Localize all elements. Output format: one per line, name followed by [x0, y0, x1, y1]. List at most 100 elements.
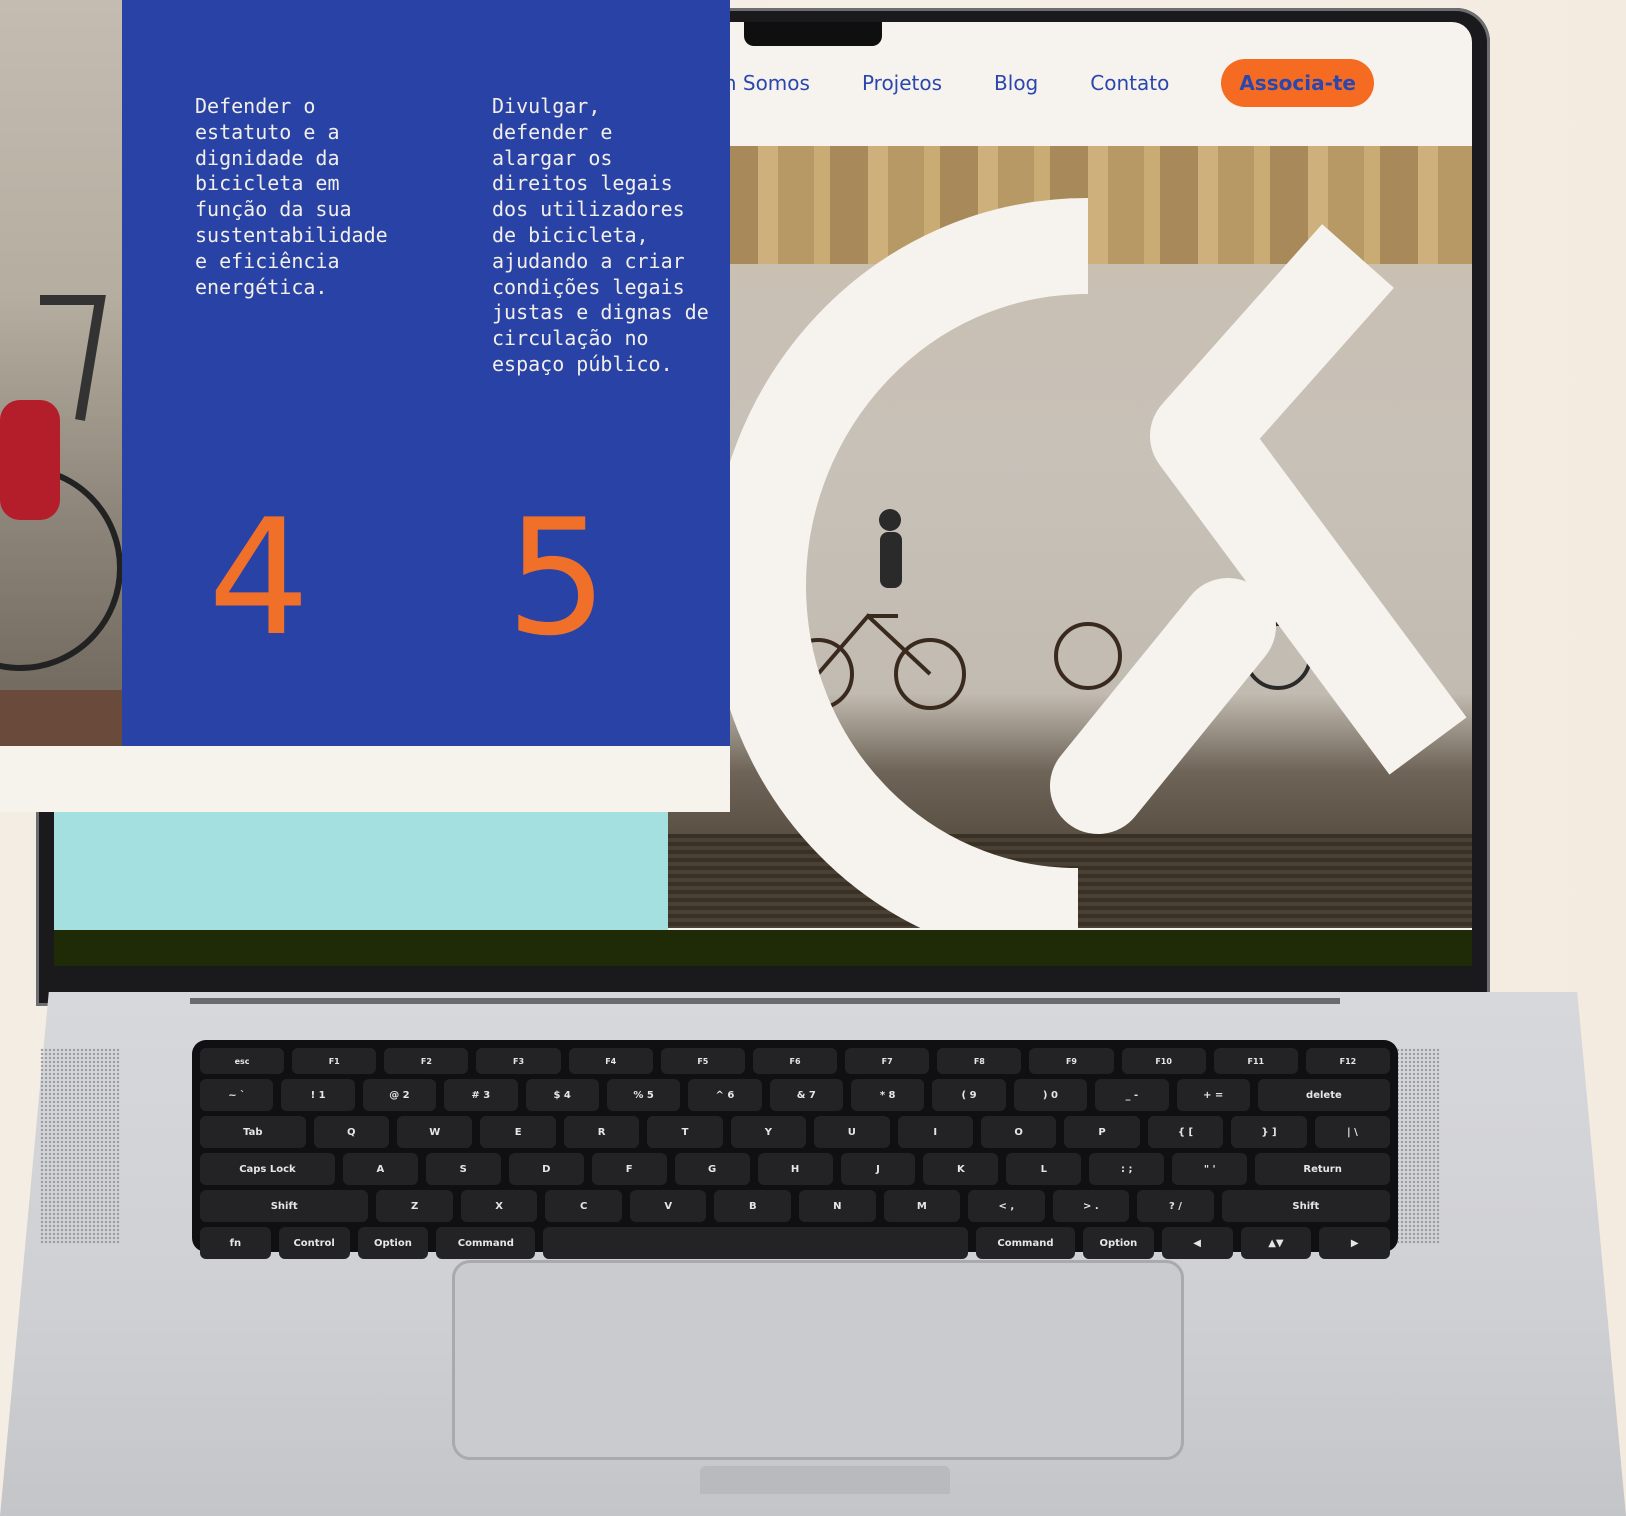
key[interactable]: F9 — [1029, 1048, 1114, 1074]
key[interactable]: J — [840, 1153, 916, 1185]
objective-text-1: Defender o estatuto e a dignidade da bic… — [195, 94, 388, 299]
key[interactable]: Option — [357, 1227, 429, 1259]
nav-contato[interactable]: Contato — [1090, 71, 1169, 95]
key[interactable]: Q — [313, 1116, 389, 1148]
nav-projetos[interactable]: Projetos — [862, 71, 942, 95]
key[interactable]: F5 — [660, 1048, 745, 1074]
key[interactable]: I — [897, 1116, 973, 1148]
key[interactable]: U — [814, 1116, 890, 1148]
key[interactable]: P — [1064, 1116, 1140, 1148]
bike-photo — [0, 295, 122, 746]
key[interactable]: T — [647, 1116, 723, 1148]
key[interactable]: Caps Lock — [200, 1153, 335, 1185]
key[interactable]: F10 — [1121, 1048, 1206, 1074]
key[interactable]: F7 — [845, 1048, 930, 1074]
key[interactable]: X — [460, 1190, 538, 1222]
key[interactable]: ^ 6 — [688, 1079, 762, 1111]
footer-bar — [54, 930, 1472, 966]
keyboard-a-row: Caps Lock A S D F G H J K L: ; " ' Return — [200, 1153, 1391, 1185]
hero-logo-graphic — [709, 198, 1467, 928]
key[interactable]: F2 — [384, 1048, 469, 1074]
trackpad[interactable] — [452, 1260, 1184, 1460]
key[interactable]: S — [425, 1153, 501, 1185]
key[interactable]: _ - — [1095, 1079, 1169, 1111]
key[interactable]: F1 — [292, 1048, 377, 1074]
key[interactable]: Option — [1082, 1227, 1154, 1259]
associa-te-button[interactable]: Associa-te — [1221, 59, 1374, 107]
key[interactable]: F3 — [476, 1048, 561, 1074]
key[interactable]: * 8 — [851, 1079, 925, 1111]
key[interactable]: + = — [1176, 1079, 1250, 1111]
key[interactable] — [543, 1227, 968, 1259]
key[interactable]: ? / — [1137, 1190, 1214, 1222]
nav-blog[interactable]: Blog — [994, 71, 1038, 95]
key[interactable]: A — [342, 1153, 418, 1185]
objective-text-2: Divulgar, defender e alargar os direitos… — [492, 94, 709, 376]
key[interactable]: ◀ — [1161, 1227, 1233, 1259]
key[interactable]: Shift — [1221, 1190, 1391, 1222]
key[interactable]: V — [629, 1190, 707, 1222]
key[interactable]: H — [757, 1153, 833, 1185]
hero-image — [668, 146, 1472, 928]
key[interactable]: @ 2 — [362, 1079, 437, 1111]
key[interactable]: Control — [278, 1227, 350, 1259]
objective-number-4: 4 — [208, 484, 310, 671]
key[interactable]: > . — [1052, 1190, 1130, 1222]
key[interactable]: Y — [730, 1116, 807, 1148]
site-nav: Quem Somos Projetos Blog Contato Associa… — [676, 22, 1472, 144]
key[interactable]: F4 — [568, 1048, 653, 1074]
key[interactable]: fn — [200, 1227, 271, 1259]
key[interactable]: L — [1006, 1153, 1082, 1185]
keyboard-fn-row: esc F1 F2 F3 F4 F5 F6 F7 F8 F9 F10 F11 F12 — [200, 1048, 1391, 1074]
key[interactable]: F6 — [752, 1048, 838, 1074]
keyboard-number-row: ~ `! 1 @ 2 # 3 $ 4% 5 ^ 6 & 7 * 8( 9) 0 _ - + = d… — [200, 1079, 1390, 1111]
key[interactable]: Return — [1255, 1153, 1391, 1185]
key[interactable]: R — [563, 1116, 640, 1148]
key[interactable]: | \ — [1314, 1116, 1391, 1148]
key[interactable]: { [ — [1147, 1116, 1224, 1148]
key[interactable]: ) 0 — [1013, 1079, 1088, 1111]
objective-number-5: 5 — [506, 484, 608, 671]
key[interactable]: Z — [376, 1190, 453, 1222]
key[interactable]: ~ ` — [200, 1079, 274, 1111]
key[interactable]: M — [883, 1190, 961, 1222]
key[interactable]: ! 1 — [281, 1079, 355, 1111]
key[interactable]: ▲▼ — [1240, 1227, 1312, 1259]
key[interactable]: } ] — [1231, 1116, 1307, 1148]
key[interactable]: E — [480, 1116, 556, 1148]
key[interactable]: F11 — [1213, 1048, 1298, 1074]
key[interactable]: delete — [1257, 1079, 1390, 1111]
lid-latch — [700, 1466, 950, 1494]
key[interactable]: ( 9 — [932, 1079, 1006, 1111]
key[interactable]: N — [799, 1190, 876, 1222]
key[interactable]: % 5 — [606, 1079, 681, 1111]
key[interactable]: B — [714, 1190, 792, 1222]
keyboard: esc F1 F2 F3 F4 F5 F6 F7 F8 F9 F10 F11 F12 ~ `! 1 @ 2… — [192, 1040, 1398, 1259]
key[interactable]: W — [397, 1116, 473, 1148]
key[interactable]: < , — [968, 1190, 1045, 1222]
key[interactable]: G — [674, 1153, 750, 1185]
key[interactable]: F — [591, 1153, 667, 1185]
key[interactable]: esc — [200, 1048, 285, 1074]
key[interactable]: O — [980, 1116, 1057, 1148]
key[interactable]: Tab — [200, 1116, 306, 1148]
keyboard-bottom-row: fn Control Option Command Command Option ◀ ▲▼ ▶ — [200, 1227, 1391, 1259]
key[interactable]: # 3 — [444, 1079, 518, 1111]
key[interactable]: D — [508, 1153, 584, 1185]
aqua-block — [54, 806, 668, 930]
key[interactable]: Command — [436, 1227, 536, 1259]
key[interactable]: F12 — [1305, 1048, 1391, 1074]
key[interactable]: K — [923, 1153, 999, 1185]
keyboard-z-row: Shift Z X C V B N M < , > .? / Shift — [200, 1190, 1391, 1222]
key[interactable]: C — [545, 1190, 622, 1222]
key[interactable]: $ 4 — [525, 1079, 599, 1111]
laptop-hinge — [190, 998, 1340, 1004]
key[interactable]: F8 — [937, 1048, 1022, 1074]
key[interactable]: " ' — [1172, 1153, 1248, 1185]
key[interactable]: Shift — [200, 1190, 369, 1222]
key[interactable]: Command — [975, 1227, 1075, 1259]
key[interactable]: & 7 — [769, 1079, 843, 1111]
key[interactable]: ▶ — [1319, 1227, 1391, 1259]
overlay-card: Defender o estatuto e a dignidade da bic… — [0, 0, 730, 812]
key[interactable]: : ; — [1089, 1153, 1165, 1185]
